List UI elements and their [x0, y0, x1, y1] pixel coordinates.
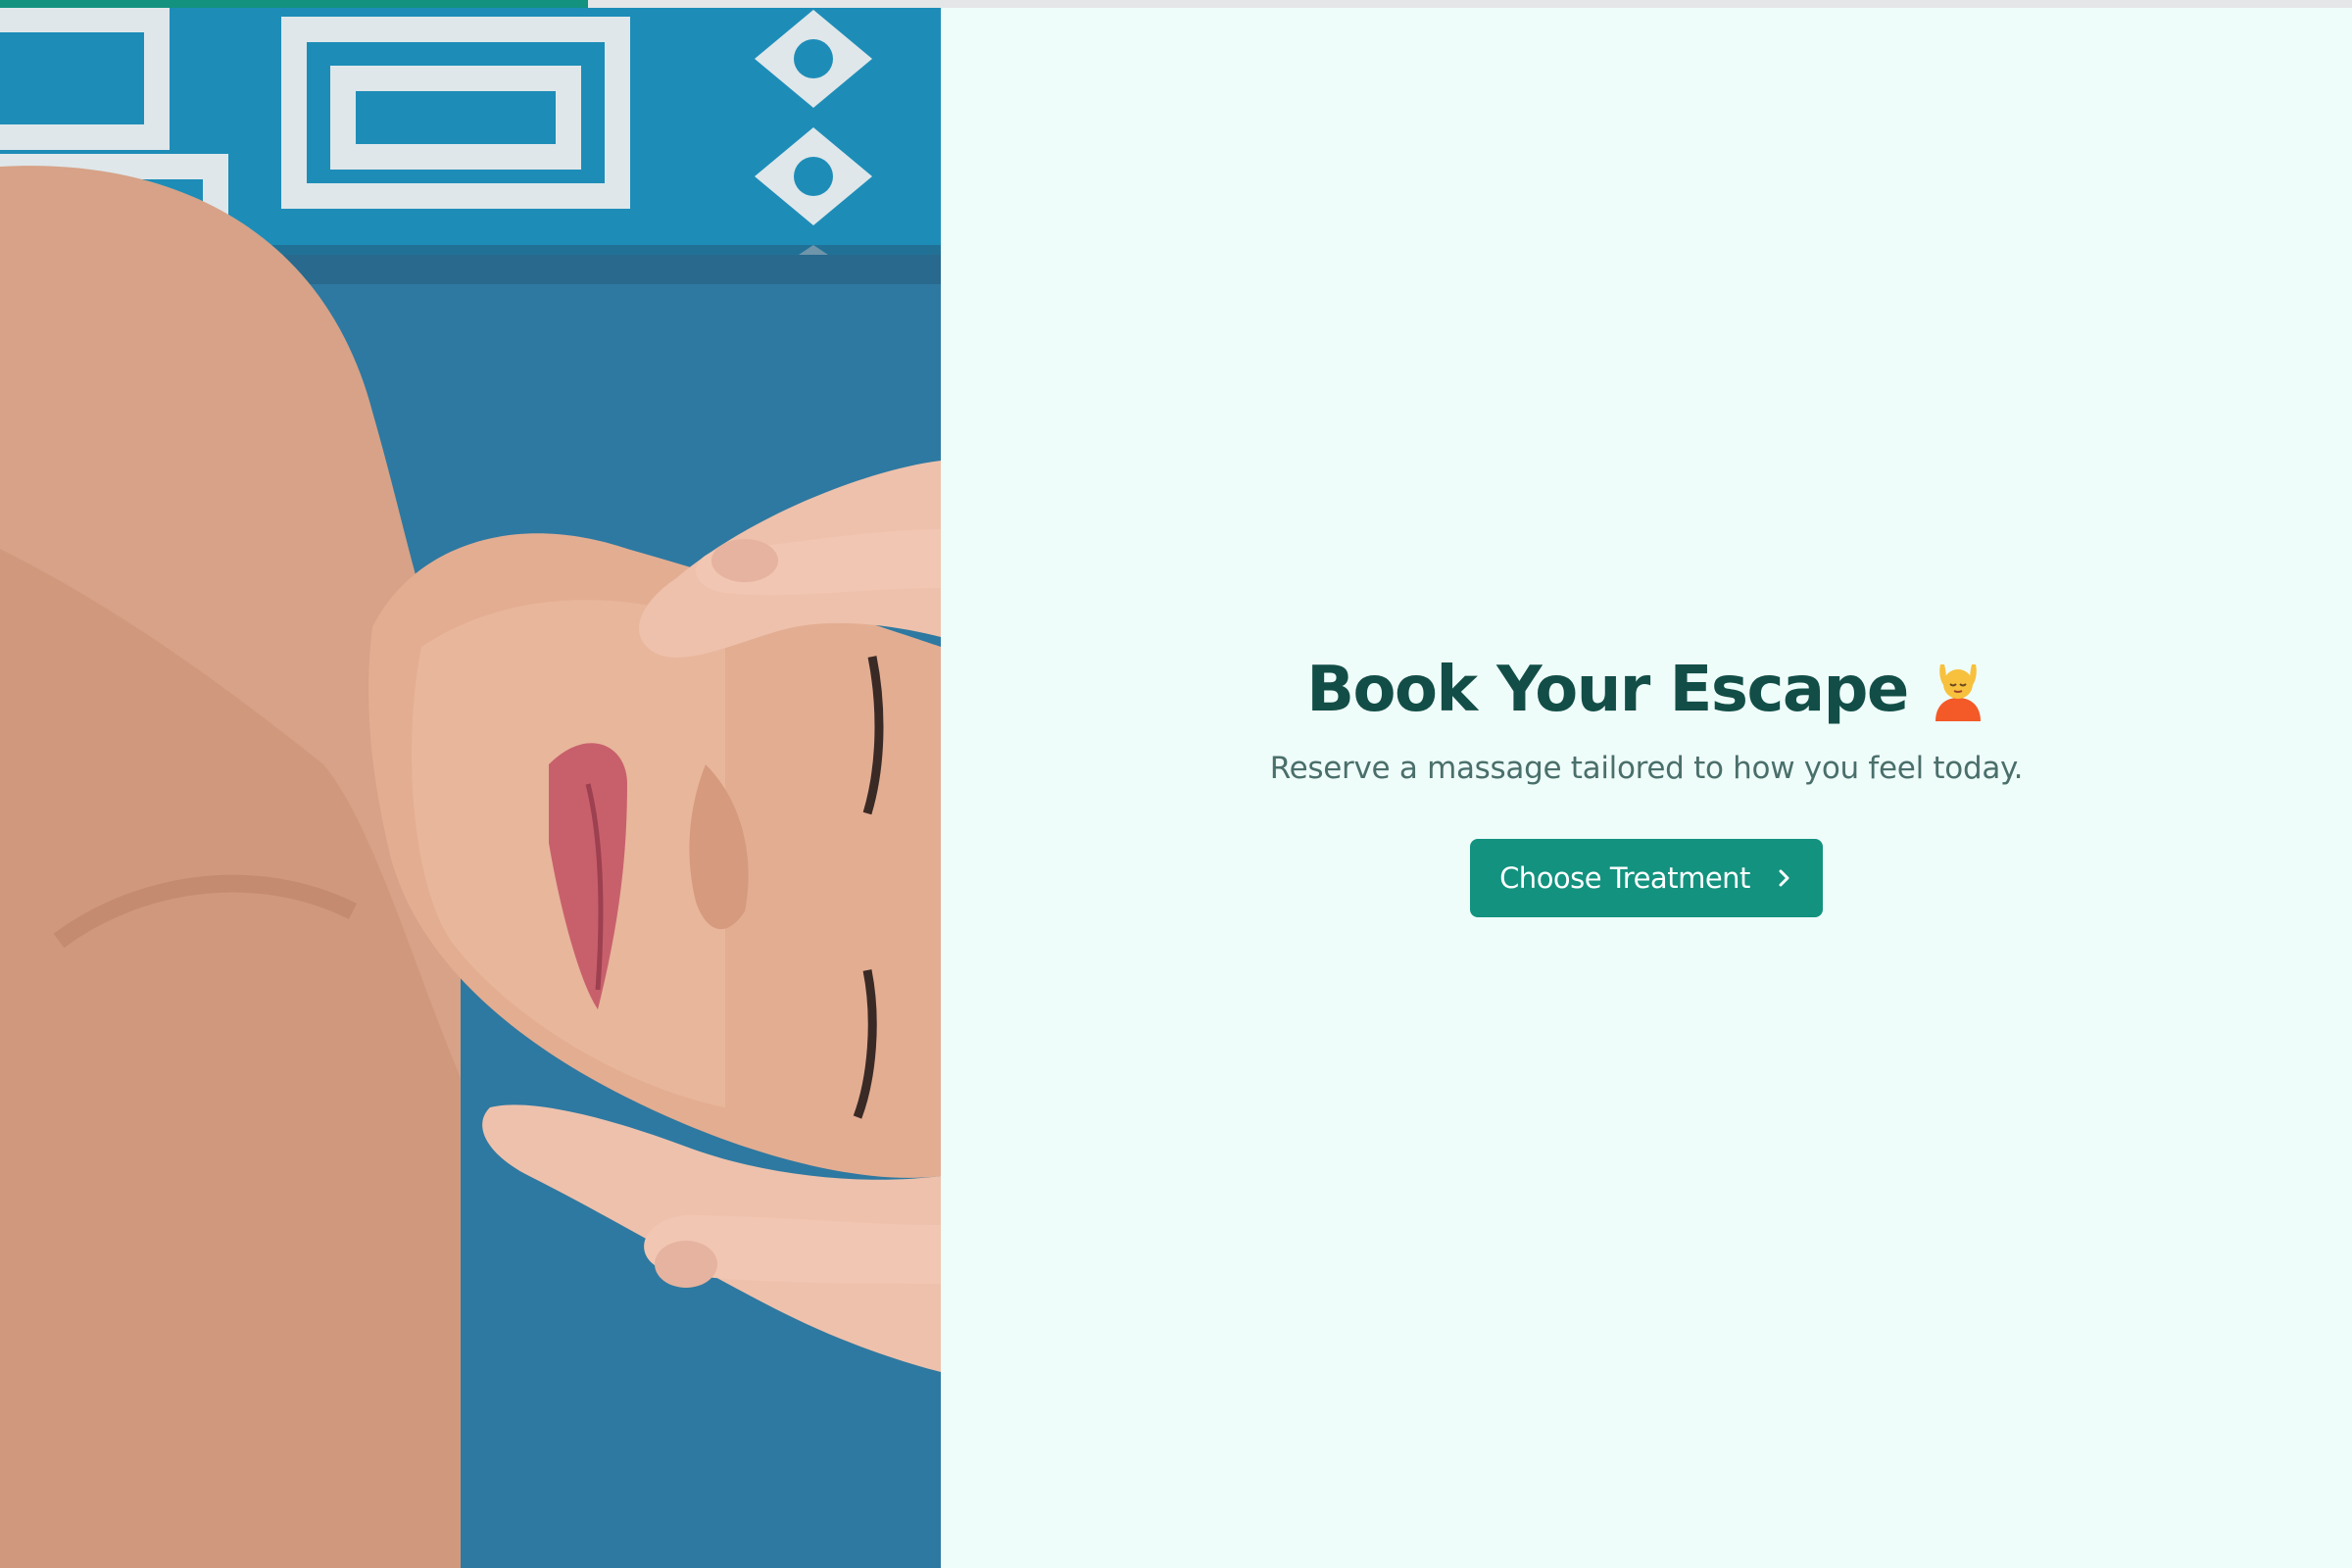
person-getting-massage-icon	[1930, 659, 1986, 721]
hero-section: Book Your Escape Reserve a massage tailo…	[941, 651, 2352, 917]
hero-photo	[0, 0, 941, 1568]
progress-bar-fill	[0, 0, 588, 8]
page-title: Book Your Escape	[1306, 651, 1986, 729]
choose-treatment-label: Choose Treatment	[1499, 861, 1750, 895]
page-title-text: Book Your Escape	[1306, 654, 1909, 726]
progress-bar	[0, 0, 2352, 8]
booking-start-page: Book Your Escape Reserve a massage tailo…	[0, 0, 2352, 1568]
page-subtitle: Reserve a massage tailored to how you fe…	[1269, 751, 2024, 786]
content-panel: Book Your Escape Reserve a massage tailo…	[941, 8, 2352, 1568]
chevron-right-icon	[1776, 864, 1793, 892]
choose-treatment-button[interactable]: Choose Treatment	[1470, 839, 1823, 917]
